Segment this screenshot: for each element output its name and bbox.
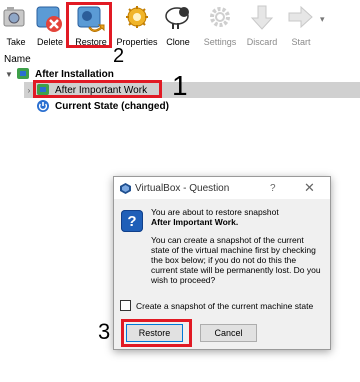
virtualbox-logo-icon (120, 182, 131, 194)
start-arrow-icon (286, 3, 316, 33)
annotation-number-3: 3 (98, 319, 111, 344)
create-snapshot-checkbox[interactable] (120, 300, 131, 311)
snapshot-toolbar: Take Delete Restore Properties Clone Set… (0, 0, 360, 50)
delete-label: Delete (36, 37, 63, 47)
close-icon[interactable]: ✕ (304, 180, 315, 196)
take-label: Take (6, 37, 26, 47)
tree-item-label: After Installation (35, 68, 114, 80)
properties-button[interactable]: Properties (115, 2, 159, 47)
checkbox-label[interactable]: Create a snapshot of the current machine… (136, 301, 313, 311)
settings-gear-icon (205, 3, 235, 33)
message-body: You can create a snapshot of the current… (151, 235, 321, 285)
discard-arrow-icon (247, 3, 277, 33)
dialog-message: You are about to restore snapshot After … (151, 207, 323, 290)
name-column-header[interactable]: Name (4, 54, 31, 65)
delete-snapshot-icon (35, 3, 65, 33)
delete-snapshot-button[interactable]: Delete (33, 2, 67, 47)
settings-label: Settings (203, 37, 237, 47)
tree-item-label: Current State (changed) (55, 100, 169, 112)
highlight-restore-button (121, 319, 192, 347)
start-button[interactable]: Start (286, 2, 316, 47)
take-snapshot-icon (1, 3, 31, 33)
take-snapshot-button[interactable]: Take (1, 2, 31, 47)
settings-button[interactable]: Settings (200, 2, 240, 47)
cancel-button[interactable]: Cancel (200, 324, 257, 342)
dialog-titlebar: VirtualBox - Question ? ✕ (114, 177, 330, 199)
tree-item-current-state[interactable]: Current State (changed) (34, 98, 234, 114)
snapshot-vm-icon (16, 67, 31, 81)
discard-button[interactable]: Discard (244, 2, 280, 47)
question-icon: ? (121, 210, 143, 232)
power-state-icon (36, 99, 51, 113)
clone-button[interactable]: Clone (163, 2, 193, 47)
snapshot-name: After Important Work (151, 217, 236, 227)
create-snapshot-checkbox-row[interactable]: Create a snapshot of the current machine… (120, 300, 313, 311)
clone-label: Clone (166, 37, 190, 47)
highlight-restore-toolbar (66, 2, 112, 48)
properties-icon (122, 3, 152, 33)
discard-label: Discard (246, 37, 278, 47)
clone-sheep-icon (163, 3, 193, 33)
start-dropdown-chevron-icon[interactable]: ▾ (320, 14, 325, 25)
dialog-title: VirtualBox - Question (135, 182, 230, 194)
start-label: Start (291, 37, 311, 47)
expand-chevron-icon[interactable]: ▼ (4, 70, 14, 79)
message-line-1: You are about to restore snapshot (151, 207, 279, 217)
highlight-selected-snapshot (33, 80, 162, 98)
help-icon[interactable]: ? (270, 183, 276, 194)
snapshot-name-period: . (235, 217, 239, 227)
annotation-number-1: 1 (172, 70, 188, 101)
